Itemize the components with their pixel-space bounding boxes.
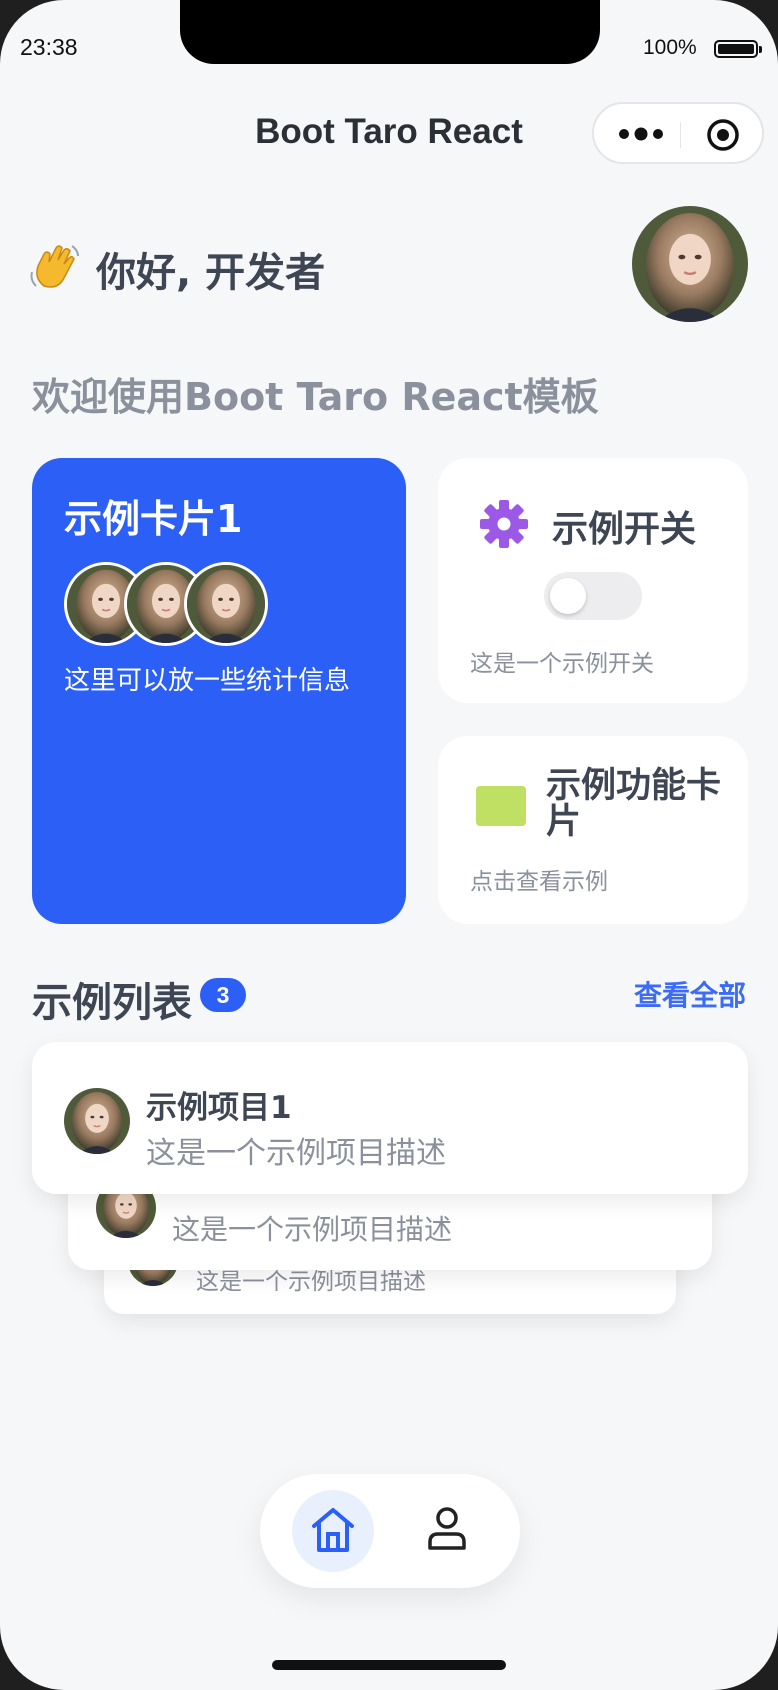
toggle-knob	[550, 578, 586, 614]
feature-card[interactable]: 示例功能卡片 点击查看示例	[438, 736, 748, 924]
welcome-text: 欢迎使用Boot Taro React模板	[32, 375, 599, 419]
avatar	[184, 562, 268, 646]
example-toggle[interactable]	[544, 572, 642, 620]
avatar	[64, 1088, 130, 1154]
close-miniprogram-icon[interactable]	[706, 118, 740, 152]
feature-card-icon	[476, 786, 526, 826]
user-avatar[interactable]	[632, 206, 748, 322]
list-title: 示例列表	[32, 980, 192, 1026]
waving-hand-icon	[30, 245, 79, 288]
status-battery-percent: 100%	[643, 36, 697, 59]
list-count-badge: 3	[200, 978, 246, 1012]
gear-icon	[480, 500, 528, 548]
tab-home[interactable]	[292, 1490, 374, 1572]
phone-screen: 23:38 100% Boot Taro React 你好, 开发者 欢迎使用B…	[0, 0, 778, 1690]
stats-card-title: 示例卡片1	[64, 497, 243, 541]
list-item-desc: 这是一个示例项目描述	[146, 1136, 446, 1171]
more-icon[interactable]	[616, 120, 666, 148]
list-item-desc: 这是一个示例项目描述	[172, 1213, 453, 1246]
feature-card-title: 示例功能卡片	[546, 766, 722, 842]
switch-card-title: 示例开关	[552, 509, 697, 550]
tab-bar	[260, 1474, 520, 1588]
capsule-divider	[680, 122, 681, 148]
miniprogram-capsule	[592, 102, 764, 164]
user-icon	[428, 1507, 466, 1550]
home-icon	[312, 1508, 354, 1552]
switch-card-desc: 这是一个示例开关	[470, 651, 654, 677]
tab-user[interactable]	[406, 1490, 488, 1572]
switch-card: 示例开关 这是一个示例开关	[438, 458, 748, 703]
list-item-title: 示例项目1	[146, 1090, 292, 1126]
greeting-text: 你好, 开发者	[96, 250, 326, 296]
home-indicator	[272, 1660, 506, 1670]
avatar-group	[64, 562, 284, 646]
stats-card[interactable]: 示例卡片1 这里可以放一些统计信息	[32, 458, 406, 924]
device-notch	[180, 0, 600, 64]
list-item[interactable]: 示例项目1 这是一个示例项目描述	[32, 1042, 748, 1194]
view-all-link[interactable]: 查看全部	[634, 974, 746, 1014]
battery-icon	[714, 40, 762, 58]
stats-card-desc: 这里可以放一些统计信息	[64, 666, 351, 696]
feature-card-desc: 点击查看示例	[470, 869, 608, 895]
status-time: 23:38	[20, 34, 78, 60]
